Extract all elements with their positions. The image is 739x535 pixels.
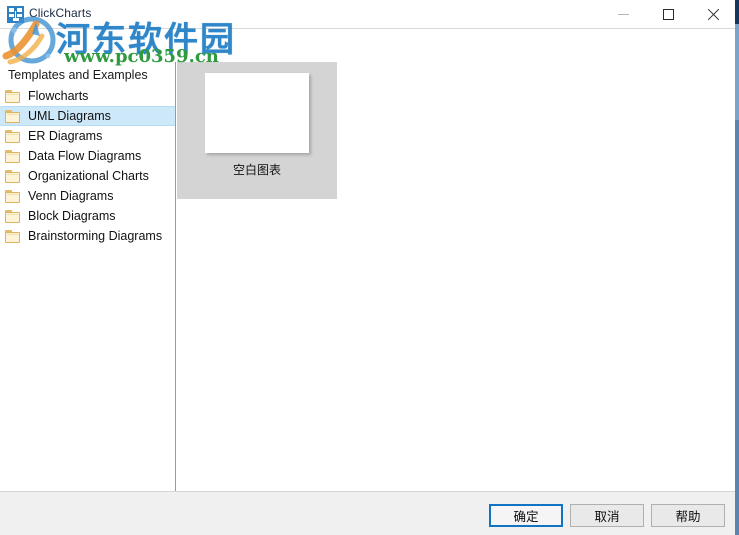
template-thumbnail: [205, 73, 309, 153]
template-gallery[interactable]: 空白图表: [177, 62, 735, 503]
folder-icon: [5, 169, 21, 183]
template-tile-blank-chart[interactable]: 空白图表: [177, 62, 337, 199]
window-right-border: [735, 0, 739, 535]
clickcharts-app-icon: [7, 6, 24, 23]
window-title: ClickCharts: [29, 6, 92, 20]
tree-item-flowcharts[interactable]: Flowcharts: [0, 86, 175, 106]
minimize-icon: [617, 13, 629, 15]
maximize-button[interactable]: [645, 0, 691, 28]
ok-button[interactable]: 确定: [489, 504, 563, 527]
clickcharts-new-chart-dialog: ClickCharts Templates and Examples Flowc…: [0, 0, 739, 535]
category-tree-list: Flowcharts UML Diagrams ER Diagrams Data…: [0, 86, 175, 246]
tree-item-organizational-charts[interactable]: Organizational Charts: [0, 166, 175, 186]
help-button[interactable]: 帮助: [651, 504, 725, 527]
folder-icon: [5, 129, 21, 143]
tree-item-label: Data Flow Diagrams: [28, 149, 142, 163]
folder-icon: [5, 149, 21, 163]
category-tree-panel[interactable]: Templates and Examples Flowcharts UML Di…: [0, 62, 176, 503]
folder-icon: [5, 89, 21, 103]
tree-item-label: UML Diagrams: [28, 109, 111, 123]
template-tile-label: 空白图表: [232, 163, 281, 177]
tree-item-uml-diagrams[interactable]: UML Diagrams: [0, 106, 175, 126]
folder-icon: [5, 229, 21, 243]
tree-item-label: Organizational Charts: [28, 169, 149, 183]
dialog-footer: 确定 取消 帮助: [0, 491, 735, 535]
maximize-icon: [662, 8, 674, 20]
cancel-button[interactable]: 取消: [570, 504, 644, 527]
tree-item-label: ER Diagrams: [28, 129, 103, 143]
title-bar: ClickCharts: [0, 0, 739, 29]
tree-item-label: Venn Diagrams: [28, 189, 114, 203]
tree-item-label: Block Diagrams: [28, 209, 116, 223]
tree-item-label: Brainstorming Diagrams: [28, 229, 163, 243]
dialog-content: Templates and Examples Flowcharts UML Di…: [0, 29, 735, 515]
tree-item-data-flow-diagrams[interactable]: Data Flow Diagrams: [0, 146, 175, 166]
folder-icon: [5, 189, 21, 203]
tree-item-label: Flowcharts: [28, 89, 89, 103]
close-icon: [707, 8, 720, 21]
tree-item-venn-diagrams[interactable]: Venn Diagrams: [0, 186, 175, 206]
minimize-button[interactable]: [600, 0, 646, 28]
close-button[interactable]: [690, 0, 736, 28]
tree-item-er-diagrams[interactable]: ER Diagrams: [0, 126, 175, 146]
folder-icon: [5, 209, 21, 223]
tree-root-label: Templates and Examples: [8, 68, 148, 82]
folder-icon: [5, 109, 21, 123]
tree-item-brainstorming-diagrams[interactable]: Brainstorming Diagrams: [0, 226, 175, 246]
tree-item-block-diagrams[interactable]: Block Diagrams: [0, 206, 175, 226]
